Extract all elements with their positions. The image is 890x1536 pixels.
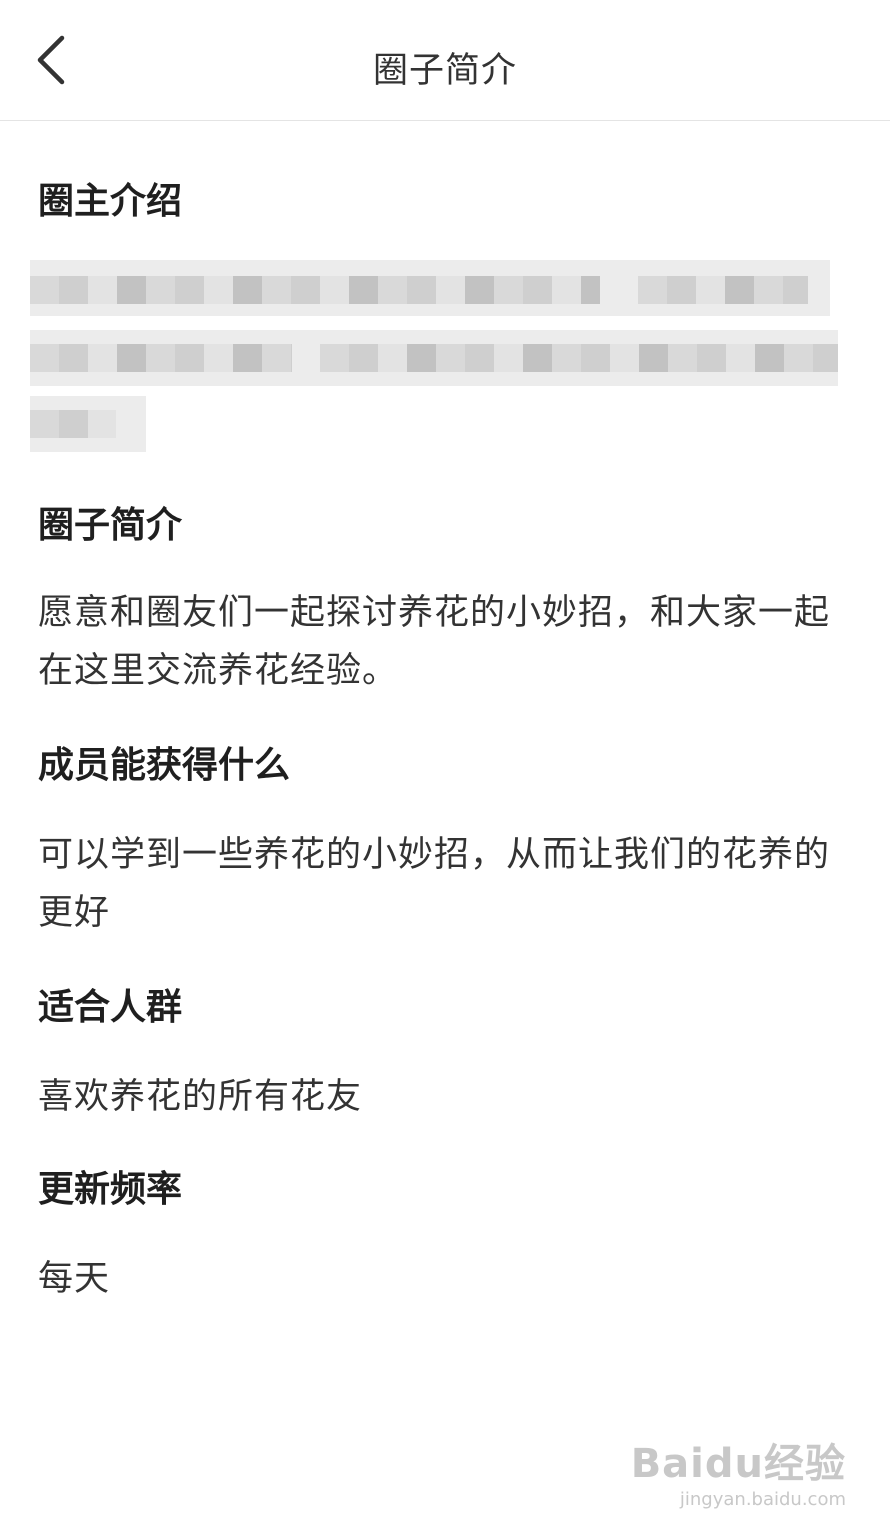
top-navigation-bar: 圈子简介 [0, 0, 890, 121]
member-benefits-heading: 成员能获得什么 [38, 745, 291, 786]
baidu-jingyan-watermark: Baidu经验 jingyan.baidu.com [631, 1431, 846, 1510]
update-frequency-text: 每天 [38, 1259, 111, 1299]
page-title: 圈子简介 [372, 51, 517, 91]
owner-intro-heading: 圈主介绍 [38, 181, 183, 222]
watermark-url: jingyan.baidu.com [679, 1489, 846, 1510]
update-frequency-heading: 更新频率 [38, 1169, 183, 1210]
watermark-logo: Baidu经验 [630, 1441, 846, 1487]
member-benefits-text: 可以学到一些养花的小妙招，从而让我们的花养的更好 [38, 835, 831, 933]
circle-intro-text: 愿意和圈友们一起探讨养花的小妙招，和大家一起在这里交流养花经验。 [38, 593, 831, 691]
circle-intro-content: 圈主介绍 圈子简介 愿意和圈友们一起探讨养花的小妙招，和大家一起在这里交流养花经… [30, 120, 858, 1308]
audience-heading: 适合人群 [38, 987, 183, 1028]
circle-intro-heading: 圈子简介 [38, 505, 183, 546]
redacted-owner-intro [30, 260, 858, 460]
audience-text: 喜欢养花的所有花友 [38, 1077, 363, 1117]
